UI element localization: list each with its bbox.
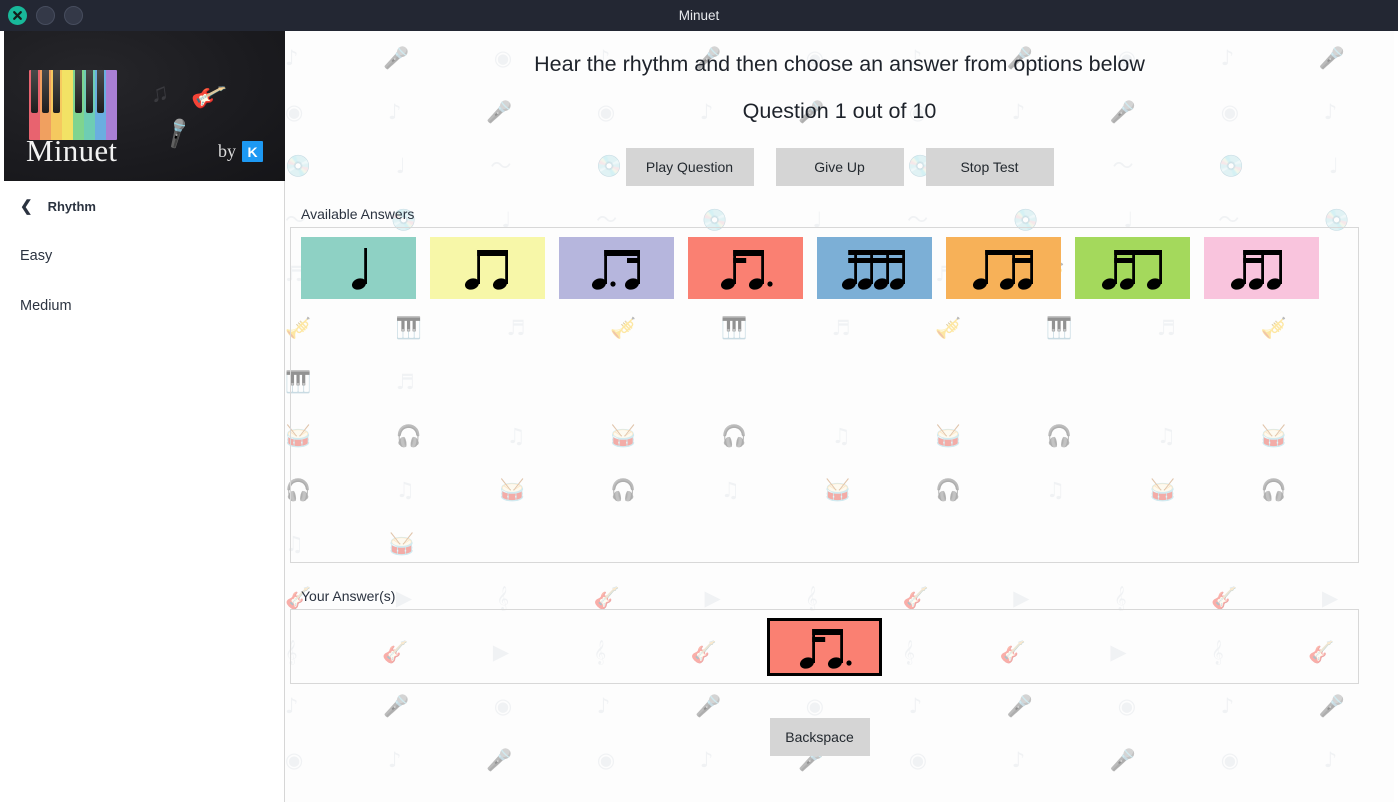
answer-card-list — [291, 228, 1358, 308]
music-notes-decor-icon: ♫ — [148, 77, 171, 109]
rhythm-notation-icon — [351, 248, 367, 290]
selected-answer-sixteenth-dotted-eighth[interactable] — [767, 617, 882, 676]
sidebar-item-label: Easy — [20, 248, 53, 264]
your-answers-label: Your Answer(s) — [301, 588, 396, 604]
rhythm-notation-icon — [841, 250, 905, 290]
window-body: ♫ 🎸 🎤 Minuet by K ❮ Rhythm Easy Medium ♪… — [4, 31, 1394, 802]
answer-card-two-eighths[interactable] — [430, 237, 545, 299]
rhythm-notation-icon — [799, 628, 852, 669]
kde-logo-icon: K — [242, 141, 263, 162]
your-answers-panel — [290, 609, 1359, 684]
window-controls — [0, 6, 83, 25]
rhythm-notation-icon — [464, 250, 508, 290]
microphone-decor-icon: 🎤 — [159, 115, 196, 152]
answer-card-eighth-two-sixteenths[interactable] — [946, 237, 1061, 299]
answer-card-four-sixteenths[interactable] — [817, 237, 932, 299]
control-buttons: Play Question Give Up Stop Test — [285, 148, 1394, 186]
sidebar: ♫ 🎸 🎤 Minuet by K ❮ Rhythm Easy Medium — [4, 31, 285, 802]
backspace-row: Backspace — [285, 718, 1354, 756]
app-wordmark: Minuet — [26, 133, 118, 168]
main-content: ♪ 🎤 ◉ ♪ 🎤 ◉ ♪ 🎤 ◉ ♪ 🎤 ◉ ♪ 🎤 ◉ ♪ 🎤 ◉ ♪ 🎤 … — [285, 31, 1394, 802]
piano-key — [84, 70, 95, 140]
available-answers-panel — [290, 227, 1359, 563]
title-bar: Minuet — [0, 0, 1398, 31]
page-title: Hear the rhythm and then choose an answe… — [534, 52, 1145, 76]
by-kde-credit: by K — [218, 141, 263, 162]
piano-key — [40, 70, 51, 140]
rhythm-notation-icon — [1230, 250, 1282, 290]
by-label: by — [218, 141, 236, 161]
give-up-button[interactable]: Give Up — [775, 148, 904, 186]
rhythm-notation-icon — [591, 250, 640, 290]
window-title: Minuet — [678, 8, 720, 23]
answer-card-sixteenth-dotted-eighth[interactable] — [688, 237, 803, 299]
sidebar-back-rhythm[interactable]: ❮ Rhythm — [4, 181, 284, 231]
rhythm-notation-icon — [972, 250, 1033, 290]
piano-logo-icon — [29, 70, 117, 140]
stop-test-button[interactable]: Stop Test — [925, 148, 1054, 186]
piano-key — [62, 70, 73, 140]
sidebar-list: ❮ Rhythm Easy Medium — [4, 181, 284, 331]
chevron-left-icon: ❮ — [20, 197, 33, 215]
close-button[interactable] — [8, 6, 27, 25]
rhythm-notation-icon — [1101, 250, 1162, 290]
answer-card-sixteenth-eighth-sixteenth[interactable] — [1204, 237, 1319, 299]
backspace-button[interactable]: Backspace — [769, 718, 870, 756]
close-icon — [13, 11, 22, 20]
answer-card-dotted-eighth-sixteenth[interactable] — [559, 237, 674, 299]
sidebar-item-medium[interactable]: Medium — [4, 281, 284, 331]
app-logo-panel: ♫ 🎸 🎤 Minuet by K — [4, 31, 285, 181]
minimize-button[interactable] — [36, 6, 55, 25]
answer-card-two-sixteenths-eighth[interactable] — [1075, 237, 1190, 299]
your-answer-list — [291, 610, 1358, 683]
question-counter: Question 1 out of 10 — [742, 99, 937, 123]
piano-key — [73, 70, 84, 140]
guitar-decor-icon: 🎸 — [188, 76, 229, 116]
piano-key — [29, 70, 40, 140]
piano-key — [95, 70, 106, 140]
sidebar-item-label: Medium — [20, 298, 72, 314]
sidebar-item-easy[interactable]: Easy — [4, 231, 284, 281]
available-answers-label: Available Answers — [301, 206, 415, 222]
maximize-button[interactable] — [64, 6, 83, 25]
piano-key — [51, 70, 62, 140]
play-question-button[interactable]: Play Question — [625, 148, 754, 186]
answer-card-quarter-note[interactable] — [301, 237, 416, 299]
piano-key — [106, 70, 117, 140]
rhythm-notation-icon — [720, 250, 773, 290]
sidebar-back-label: Rhythm — [47, 198, 96, 214]
